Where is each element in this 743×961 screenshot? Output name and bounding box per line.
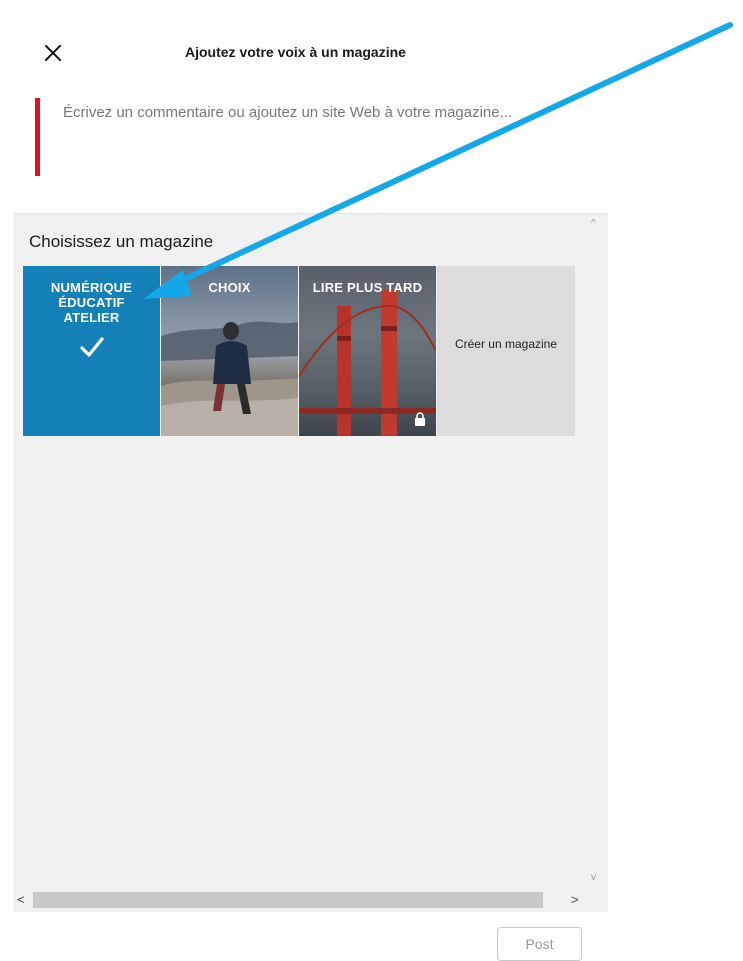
create-magazine-label: Créer un magazine (454, 337, 558, 351)
magazine-tile-numerique[interactable]: NUMÉRIQUE ÉDUCATIF ATELIER (23, 266, 160, 436)
vertical-scrollbar[interactable]: ^ v (584, 214, 608, 890)
composer-accent-bar (35, 98, 40, 176)
close-icon[interactable] (40, 40, 66, 66)
scroll-right-icon[interactable]: > (571, 892, 579, 907)
dialog-title: Ajoutez votre voix à un magazine (185, 44, 406, 60)
scroll-left-icon[interactable]: < (17, 892, 25, 907)
checkmark-icon (80, 337, 104, 357)
magazine-grid: NUMÉRIQUE ÉDUCATIF ATELIER CHOIX LIRE PL… (23, 266, 575, 436)
comment-input[interactable] (63, 104, 603, 121)
scroll-down-icon[interactable]: v (591, 872, 596, 883)
magazine-label: LIRE PLUS TARD (312, 280, 423, 295)
magazine-label: NUMÉRIQUE ÉDUCATIF ATELIER (50, 280, 133, 325)
horizontal-scrollbar[interactable]: < > (13, 890, 584, 912)
picker-title: Choisissez un magazine (29, 232, 214, 251)
scroll-thumb[interactable] (33, 892, 543, 908)
magazine-tile-lire-plus-tard[interactable]: LIRE PLUS TARD (299, 266, 436, 436)
magazine-tile-choix[interactable]: CHOIX (161, 266, 298, 436)
lock-icon (415, 412, 425, 426)
scroll-up-icon[interactable]: ^ (591, 218, 596, 229)
magazine-label: CHOIX (208, 280, 251, 295)
create-magazine-tile[interactable]: Créer un magazine (437, 266, 575, 436)
magazine-picker-panel[interactable]: Choisissez un magazine NUMÉRIQUE ÉDUCATI… (13, 213, 608, 912)
